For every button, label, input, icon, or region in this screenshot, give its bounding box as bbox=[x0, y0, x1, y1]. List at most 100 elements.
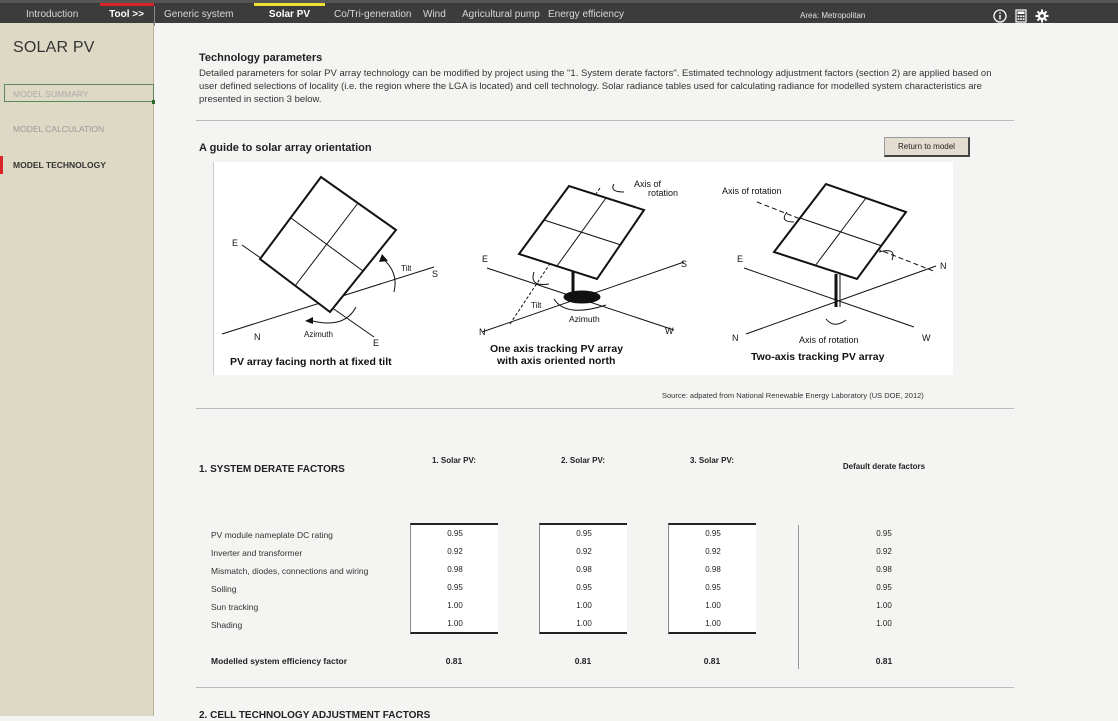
column-divider bbox=[798, 525, 799, 669]
sidebar-title: SOLAR PV bbox=[13, 39, 95, 56]
column-header: 1. Solar PV: bbox=[431, 456, 477, 465]
default-derate-value: 1.00 bbox=[876, 619, 892, 628]
row-label: Soiling bbox=[211, 584, 237, 594]
derate-input-cell[interactable]: 0.95 bbox=[411, 529, 499, 538]
diagram-source: Source: adpated from National Renewable … bbox=[662, 391, 924, 400]
tab-label: Introduction bbox=[26, 9, 79, 20]
diagram-label: Azimuth bbox=[304, 330, 333, 339]
column-header: 3. Solar PV: bbox=[689, 456, 735, 465]
row-label: Shading bbox=[211, 620, 243, 630]
solar-pv-2-input-box bbox=[539, 523, 627, 634]
derate-input-cell[interactable]: 0.95 bbox=[540, 583, 628, 592]
tab-label: Wind bbox=[423, 9, 446, 20]
default-derate-value: 0.98 bbox=[876, 565, 892, 574]
diagram-label: Axis of rotation bbox=[799, 335, 859, 345]
derate-input-cell[interactable]: 1.00 bbox=[669, 601, 757, 610]
main-content: Technology parameters Detailed parameter… bbox=[155, 23, 1118, 721]
diagram-label: Tilt bbox=[401, 264, 412, 273]
panel-one-axis bbox=[481, 183, 685, 333]
tab-label: Agricultural pump bbox=[462, 9, 540, 20]
tab-label: Solar PV bbox=[268, 9, 311, 20]
tab-label: Energy efficiency bbox=[548, 9, 624, 20]
diagram-label: N bbox=[732, 333, 739, 343]
sidebar: SOLAR PV MODEL SUMMARY MODEL CALCULATION… bbox=[0, 23, 156, 716]
derate-input-cell[interactable]: 1.00 bbox=[540, 619, 628, 628]
info-icon[interactable] bbox=[993, 9, 1007, 23]
derate-input-cell[interactable]: 1.00 bbox=[540, 601, 628, 610]
derate-input-cell[interactable]: 0.92 bbox=[411, 547, 499, 556]
row-label: Inverter and transformer bbox=[211, 548, 303, 558]
tab-label: Generic system bbox=[164, 9, 234, 20]
total-label: Modelled system efficiency factor bbox=[211, 656, 348, 666]
diagram-label: S bbox=[681, 259, 687, 269]
column-header: 2. Solar PV: bbox=[560, 456, 606, 465]
solar-pv-3-input-box bbox=[668, 523, 756, 634]
diagram-label: N bbox=[479, 327, 486, 337]
derate-input-cell[interactable]: 1.00 bbox=[411, 601, 499, 610]
derate-input-cell[interactable]: 1.00 bbox=[669, 619, 757, 628]
calculator-icon[interactable] bbox=[1014, 9, 1028, 23]
diagram-label: Axis of rotation bbox=[722, 186, 782, 196]
sidebar-item-label: MODEL TECHNOLOGY bbox=[13, 160, 106, 170]
panel-fixed-tilt bbox=[221, 175, 435, 338]
panel-caption: with axis oriented north bbox=[496, 355, 615, 367]
sidebar-item-model-calculation[interactable]: MODEL CALCULATION bbox=[3, 120, 153, 138]
tab-label: Co/Tri-generation bbox=[334, 9, 412, 20]
default-derate-value: 0.95 bbox=[876, 529, 892, 538]
derate-input-cell[interactable]: 0.95 bbox=[411, 583, 499, 592]
tab-label: Tool >> bbox=[109, 9, 144, 20]
active-indicator bbox=[0, 156, 3, 174]
panel-caption: PV array facing north at fixed tilt bbox=[230, 356, 392, 368]
tech-heading: Technology parameters bbox=[199, 52, 323, 64]
total-value: 0.81 bbox=[574, 656, 592, 666]
sidebar-item-label: MODEL SUMMARY bbox=[13, 89, 89, 99]
derate-input-cell[interactable]: 0.98 bbox=[411, 565, 499, 574]
row-label: Mismatch, diodes, connections and wiring bbox=[211, 566, 369, 576]
row-label: PV module nameplate DC rating bbox=[211, 530, 333, 540]
derate-input-cell[interactable]: 0.95 bbox=[669, 583, 757, 592]
derate-heading: 1. SYSTEM DERATE FACTORS bbox=[199, 464, 345, 475]
solar-pv-1-input-box bbox=[410, 523, 498, 634]
guide-heading: A guide to solar array orientation bbox=[199, 142, 372, 154]
diagram-label: Azimuth bbox=[569, 314, 600, 324]
diagram-label: Tilt bbox=[531, 301, 542, 310]
tab-active-mark bbox=[254, 3, 325, 6]
derate-input-cell[interactable]: 0.98 bbox=[669, 565, 757, 574]
diagram-label: N bbox=[940, 261, 947, 271]
derate-input-cell[interactable]: 0.95 bbox=[540, 529, 628, 538]
row-label: Sun tracking bbox=[211, 602, 259, 612]
sidebar-item-model-summary[interactable]: MODEL SUMMARY bbox=[4, 84, 156, 104]
diagram-label: N bbox=[254, 332, 261, 342]
diagram-label: E bbox=[232, 238, 238, 248]
tech-description: Detailed parameters for solar PV array t… bbox=[199, 68, 992, 104]
derate-input-cell[interactable]: 0.98 bbox=[540, 565, 628, 574]
panel-caption: One axis tracking PV array bbox=[490, 343, 623, 355]
diagram-label: E bbox=[373, 338, 379, 348]
diagram-label: W bbox=[665, 326, 674, 336]
column-header: Default derate factors bbox=[842, 462, 926, 471]
total-value: 0.81 bbox=[445, 656, 463, 666]
diagram-label: rotation bbox=[648, 188, 678, 198]
derate-input-cell[interactable]: 0.95 bbox=[669, 529, 757, 538]
panel-caption: Two-axis tracking PV array bbox=[751, 351, 885, 363]
orientation-diagram: E S N E Tilt Azimuth PV array facing nor… bbox=[213, 162, 953, 375]
diagram-label: E bbox=[737, 254, 743, 264]
default-derate-value: 0.92 bbox=[876, 547, 892, 556]
default-derate-value: 0.95 bbox=[876, 583, 892, 592]
sidebar-item-label: MODEL CALCULATION bbox=[13, 124, 105, 134]
return-to-model-button[interactable]: Return to model bbox=[884, 137, 970, 157]
sidebar-item-model-technology[interactable]: MODEL TECHNOLOGY bbox=[0, 156, 153, 174]
diagram-label: W bbox=[922, 333, 931, 343]
total-value: 0.81 bbox=[703, 656, 721, 666]
default-derate-value: 1.00 bbox=[876, 601, 892, 610]
panel-two-axis bbox=[743, 182, 937, 335]
derate-input-cell[interactable]: 0.92 bbox=[540, 547, 628, 556]
diagram-label: S bbox=[432, 269, 438, 279]
total-default-value: 0.81 bbox=[875, 656, 893, 666]
divider bbox=[196, 687, 1014, 688]
diagram-label: E bbox=[482, 254, 488, 264]
derate-input-cell[interactable]: 0.92 bbox=[669, 547, 757, 556]
divider bbox=[196, 120, 1014, 121]
gear-icon[interactable] bbox=[1035, 9, 1049, 23]
derate-input-cell[interactable]: 1.00 bbox=[411, 619, 499, 628]
